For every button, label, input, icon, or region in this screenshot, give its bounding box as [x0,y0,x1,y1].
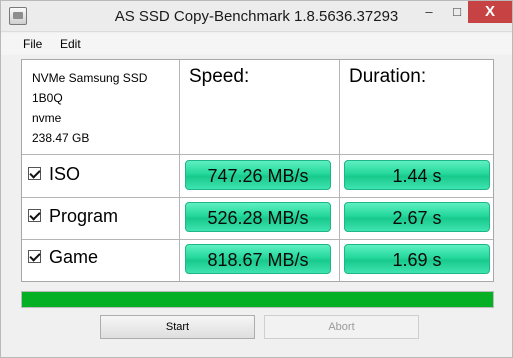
row-label-game: Game [49,247,99,267]
title-bar[interactable]: AS SSD Copy-Benchmark 1.8.5636.37293 – □… [1,1,512,32]
drive-capacity: 238.47 GB [32,131,90,145]
progress-fill [22,292,493,307]
row-game[interactable]: Game [28,246,98,268]
game-checkbox[interactable] [28,249,41,263]
game-duration-value: 1.69 s [344,244,490,274]
grid-divider [22,239,493,240]
drive-model: NVMe Samsung SSD [32,71,148,85]
program-checkbox[interactable] [28,208,41,222]
duration-header: Duration: [349,66,427,87]
results-grid: NVMe Samsung SSD 1B0Q nvme 238.47 GB Spe… [21,59,494,282]
app-window: AS SSD Copy-Benchmark 1.8.5636.37293 – □… [0,0,513,358]
program-duration-value: 2.67 s [344,202,490,232]
drive-driver: nvme [32,111,62,125]
drive-firmware: 1B0Q [32,91,63,105]
grid-divider [22,154,493,155]
drive-info: NVMe Samsung SSD 1B0Q nvme 238.47 GB [32,68,147,148]
iso-speed-value: 747.26 MB/s [185,160,331,190]
grid-divider [22,197,493,198]
maximize-button[interactable]: □ [443,1,471,23]
row-iso[interactable]: ISO [28,163,80,185]
progress-bar [21,291,494,308]
close-button[interactable]: X [468,1,512,23]
minimize-button[interactable]: – [415,1,443,23]
speed-header: Speed: [189,66,250,87]
row-program[interactable]: Program [28,205,118,227]
row-label-program: Program [49,206,119,226]
menu-bar: File Edit [1,33,512,55]
grid-divider [179,60,180,281]
game-speed-value: 818.67 MB/s [185,244,331,274]
row-label-iso: ISO [49,164,81,184]
abort-button[interactable]: Abort [264,315,419,339]
iso-checkbox[interactable] [28,166,41,180]
program-speed-value: 526.28 MB/s [185,202,331,232]
start-button[interactable]: Start [100,315,255,339]
iso-duration-value: 1.44 s [344,160,490,190]
menu-file[interactable]: File [23,37,42,51]
menu-edit[interactable]: Edit [60,37,81,51]
grid-divider [339,60,340,281]
